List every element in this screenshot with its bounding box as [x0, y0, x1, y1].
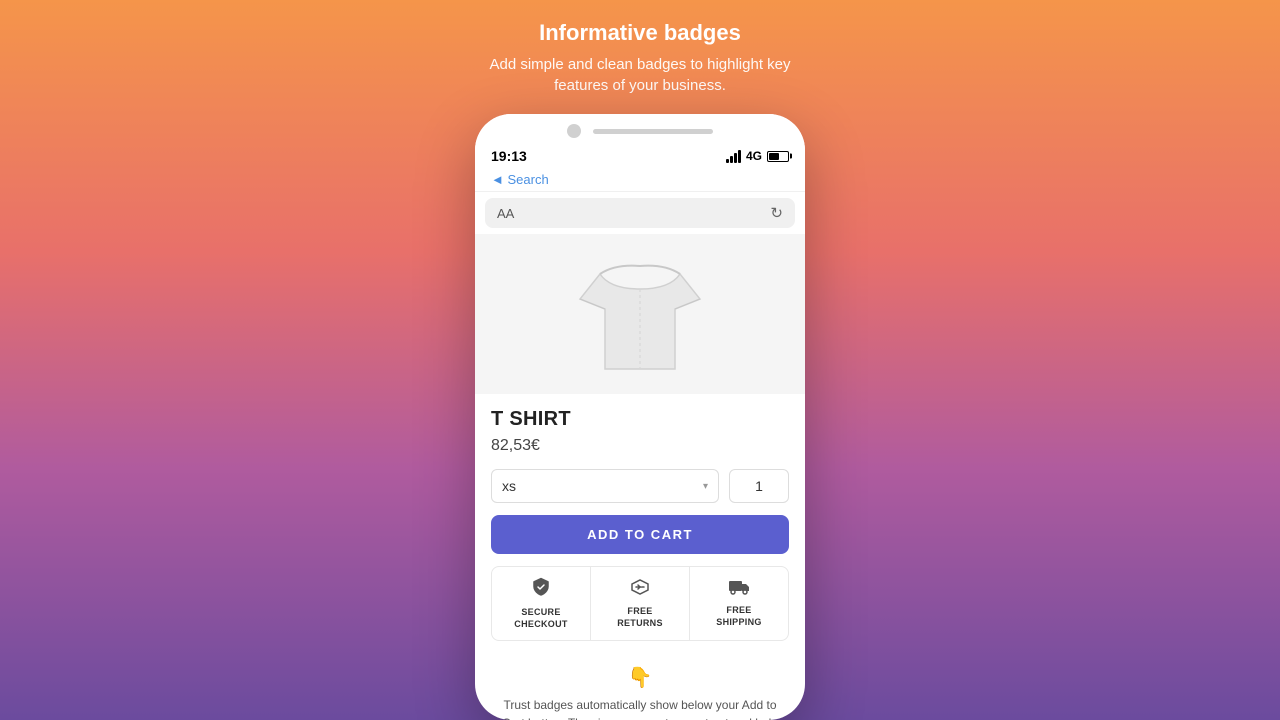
status-right: 4G — [726, 149, 789, 163]
free-shipping-label: FREE SHIPPING — [716, 605, 761, 628]
chevron-down-icon: ▾ — [703, 481, 708, 492]
phone-frame: 19:13 4G ◄ Search AA — [475, 114, 805, 720]
nav-bar: ◄ Search — [475, 168, 805, 192]
camera-notch — [567, 124, 581, 138]
address-aa-text: AA — [497, 206, 514, 221]
header-subtitle: Add simple and clean badges to highlight… — [489, 54, 790, 96]
phone-top-bar — [475, 114, 805, 144]
add-to-cart-button[interactable]: ADD TO CART — [491, 515, 789, 554]
battery-icon — [767, 151, 789, 162]
address-bar[interactable]: AA ↻ — [485, 198, 795, 228]
reload-icon[interactable]: ↻ — [770, 204, 783, 222]
back-button[interactable]: ◄ Search — [491, 172, 549, 187]
size-select[interactable]: xs ▾ — [491, 469, 719, 503]
bottom-description: Trust badges automatically show below yo… — [491, 696, 789, 720]
network-label: 4G — [746, 149, 762, 163]
product-info: T SHIRT 82,53€ xs ▾ 1 ADD TO CART — [475, 394, 805, 665]
notch-bar — [593, 129, 713, 134]
status-time: 19:13 — [491, 148, 527, 164]
back-label: ◄ Search — [491, 172, 549, 187]
shield-icon — [532, 577, 550, 602]
page-wrapper: Informative badges Add simple and clean … — [0, 0, 1280, 720]
quantity-input[interactable]: 1 — [729, 469, 789, 503]
secure-checkout-label: SECURE CHECKOUT — [514, 607, 567, 630]
signal-bars-icon — [726, 150, 741, 163]
status-bar: 19:13 4G — [475, 144, 805, 168]
product-price: 82,53€ — [491, 437, 789, 455]
tshirt-image — [575, 244, 705, 384]
bottom-section: 👇 Trust badges automatically show below … — [475, 665, 805, 720]
free-returns-badge: FREE RETURNS — [591, 567, 690, 640]
secure-checkout-badge: SECURE CHECKOUT — [492, 567, 591, 640]
battery-fill — [769, 153, 779, 160]
free-returns-label: FREE RETURNS — [617, 606, 663, 629]
product-image-area — [475, 234, 805, 394]
trust-badges-container: SECURE CHECKOUT FREE RETURNS — [491, 566, 789, 641]
product-name: T SHIRT — [491, 408, 789, 431]
quantity-value: 1 — [755, 478, 763, 494]
header-title: Informative badges — [489, 20, 790, 46]
product-controls: xs ▾ 1 — [491, 469, 789, 503]
free-shipping-badge: FREE SHIPPING — [690, 567, 788, 640]
header-section: Informative badges Add simple and clean … — [489, 20, 790, 96]
truck-icon — [728, 579, 750, 600]
size-value: xs — [502, 478, 516, 494]
returns-icon — [630, 578, 650, 601]
pointing-icon: 👇 — [491, 665, 789, 690]
